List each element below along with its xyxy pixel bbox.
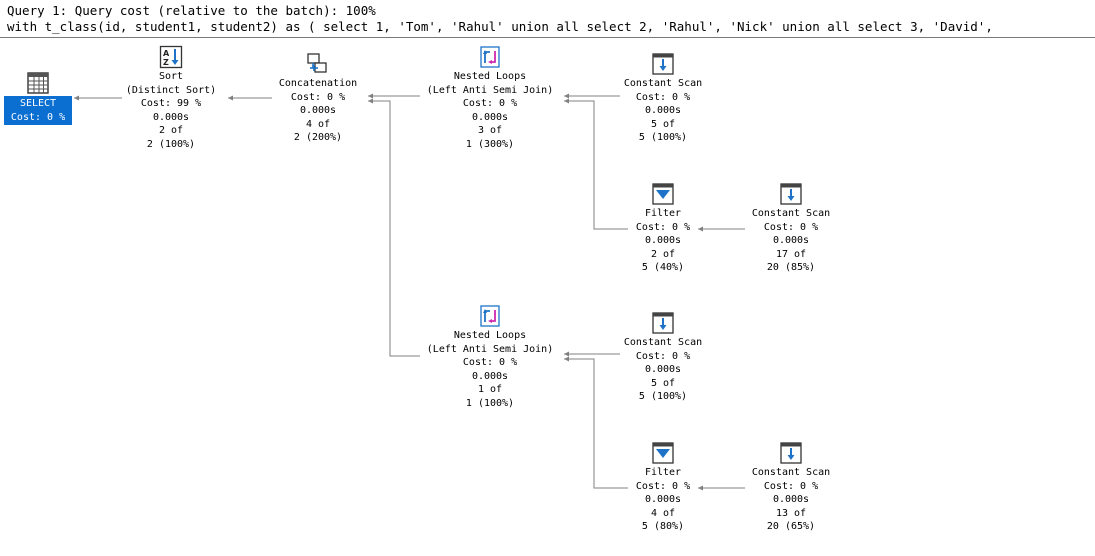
node-name: Constant Scan [751,208,831,219]
node-cost: Cost: 0 % [635,91,691,103]
node-estimate: 2 (100%) [146,138,196,150]
node-rows: 13 of [775,507,807,519]
node-estimate: 2 (200%) [293,132,343,144]
node-name: Nested Loops [453,71,527,82]
node-rows: 4 of [305,118,331,130]
node-name: Sort [158,71,184,82]
node-estimate: 1 (300%) [465,138,515,150]
nested-loops-icon [480,46,500,68]
node-time: 0.000s [644,364,682,376]
node-rows: 1 of [477,384,503,396]
constant-scan-node-1[interactable]: Constant Scan Cost: 0 % 0.000s 5 of 5 (1… [578,52,748,145]
sort-az-icon: A Z [159,45,183,69]
constant-scan-node-4[interactable]: Constant Scan Cost: 0 % 0.000s 13 of 20 … [706,441,876,534]
node-rows: 2 of [158,125,184,137]
node-estimate: 5 (100%) [638,391,688,403]
node-cost: Cost: 0 % [10,111,66,123]
node-time: 0.000s [644,105,682,117]
node-time: 0.000s [772,494,810,506]
node-estimate: 20 (65%) [766,521,816,533]
node-estimate: 1 (100%) [465,397,515,409]
node-cost: Cost: 99 % [140,98,202,110]
concatenation-node[interactable]: Concatenation Cost: 0 % 0.000s 4 of 2 (2… [233,52,403,145]
svg-text:Z: Z [163,58,169,67]
constant-scan-node-2[interactable]: Constant Scan Cost: 0 % 0.000s 17 of 20 … [706,182,876,275]
sort-node[interactable]: A Z Sort (Distinct Sort) Cost: 99 % 0.00… [86,45,256,152]
constant-scan-icon [780,183,802,205]
constant-scan-node-3[interactable]: Constant Scan Cost: 0 % 0.000s 5 of 5 (1… [578,311,748,404]
nested-loops-icon [480,305,500,327]
node-name: Constant Scan [751,467,831,478]
node-time: 0.000s [299,105,337,117]
node-rows: 5 of [650,377,676,389]
table-grid-icon [27,72,49,94]
svg-text:A: A [163,49,170,58]
node-name: Constant Scan [623,78,703,89]
node-cost: Cost: 0 % [462,98,518,110]
node-subtitle: (Left Anti Semi Join) [426,84,554,96]
node-time: 0.000s [471,111,509,123]
concatenation-icon [307,53,327,73]
node-name: SELECT [19,98,57,109]
nested-loops-node-1[interactable]: Nested Loops (Left Anti Semi Join) Cost:… [405,45,575,152]
filter-icon [652,183,674,205]
node-rows: 17 of [775,248,807,260]
node-name: Concatenation [278,78,358,89]
filter-icon [652,442,674,464]
nested-loops-node-2[interactable]: Nested Loops (Left Anti Semi Join) Cost:… [405,304,575,411]
node-subtitle: (Left Anti Semi Join) [426,343,554,355]
node-rows: 3 of [477,125,503,137]
constant-scan-icon [652,312,674,334]
node-time: 0.000s [471,370,509,382]
arrowhead [74,95,79,101]
node-cost: Cost: 0 % [635,350,691,362]
node-cost: Cost: 0 % [763,221,819,233]
node-subtitle: (Distinct Sort) [125,84,217,96]
node-cost: Cost: 0 % [763,480,819,492]
constant-scan-icon [652,53,674,75]
node-cost: Cost: 0 % [462,357,518,369]
select-label-box[interactable]: SELECT Cost: 0 % [4,96,72,125]
select-node[interactable]: SELECT Cost: 0 % [4,71,72,125]
node-name: Nested Loops [453,330,527,341]
node-time: 0.000s [152,111,190,123]
node-name: Constant Scan [623,337,703,348]
node-estimate: 5 (100%) [638,132,688,144]
node-estimate: 20 (85%) [766,262,816,274]
node-rows: 5 of [650,118,676,130]
node-cost: Cost: 0 % [290,91,346,103]
node-time: 0.000s [772,235,810,247]
constant-scan-icon [780,442,802,464]
